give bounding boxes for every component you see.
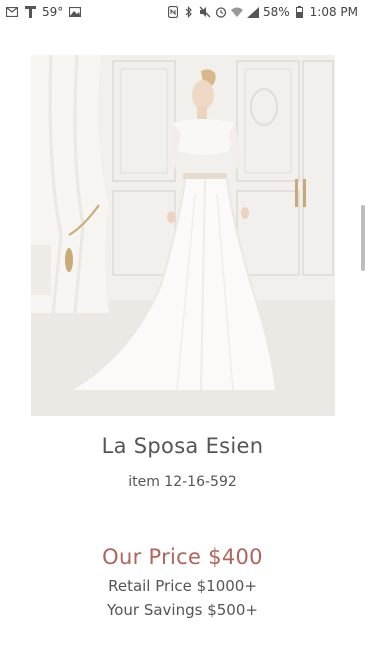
gown-illustration [31,55,335,416]
mail-icon [6,6,18,18]
wifi-icon [230,6,243,18]
item-number: item 12-16-592 [128,474,237,490]
nfc-icon [167,6,179,18]
savings: Your Savings $500+ [107,601,258,619]
clock: 1:08 PM [309,5,358,19]
battery-icon [294,6,306,18]
status-right: 58% 1:08 PM [167,5,365,19]
temperature: 59° [42,5,64,19]
status-left: 59° [0,5,82,19]
scroll-indicator[interactable] [361,205,365,271]
status-bar: 59° 58% 1:08 PM [0,0,365,24]
t-mobile-icon [24,6,36,18]
our-price: Our Price $400 [102,545,263,569]
battery-percent: 58% [262,5,290,19]
image-icon [69,6,82,18]
retail-price: Retail Price $1000+ [108,577,257,595]
alarm-icon [215,6,227,18]
product-image[interactable] [31,55,335,416]
signal-icon [246,6,259,18]
product-name: La Sposa Esien [101,434,264,458]
mute-icon [199,6,211,18]
bluetooth-icon [183,6,195,18]
